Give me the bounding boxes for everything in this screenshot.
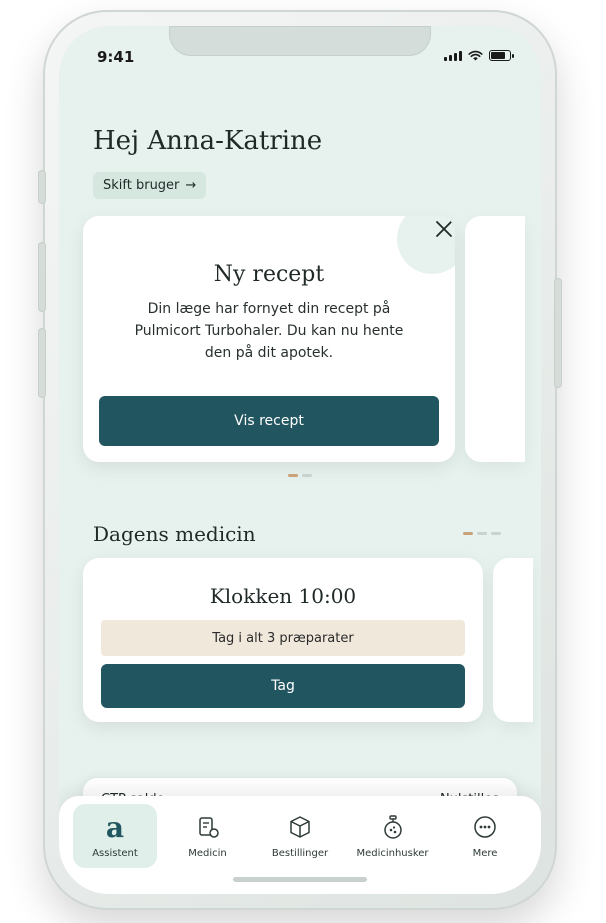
cellular-signal-icon xyxy=(444,51,462,61)
tab-bestillinger[interactable]: Bestillinger xyxy=(258,804,342,868)
prescription-icon xyxy=(193,812,223,842)
greeting-title: Hej Anna-Katrine xyxy=(93,126,323,156)
switch-user-button[interactable]: Skift bruger → xyxy=(93,172,207,199)
next-dose-card-peek[interactable] xyxy=(493,558,533,722)
section-dot-active xyxy=(463,532,473,535)
tab-label: Bestillinger xyxy=(271,848,329,859)
notice-body: Din læge har fornyet din recept på Pulmi… xyxy=(134,301,404,361)
tab-bar: a Assistent Medicin Bestillinger Medicin… xyxy=(59,796,541,894)
home-indicator[interactable] xyxy=(233,877,367,882)
close-icon xyxy=(436,221,452,237)
daily-medicine-dots xyxy=(463,532,501,535)
arrow-right-icon: → xyxy=(185,178,197,193)
tab-label: Medicinhusker xyxy=(356,848,429,859)
notch xyxy=(169,26,431,56)
switch-user-label: Skift bruger xyxy=(103,178,180,193)
status-icons xyxy=(444,50,514,61)
carousel-dot-active xyxy=(288,474,298,477)
notice-title: Ny recept xyxy=(213,262,325,287)
assistant-logo-icon: a xyxy=(105,810,125,844)
stage: 9:41 Hej Anna-Katrine Skift bruger → Ny … xyxy=(0,0,606,923)
dose-summary-badge: Tag i alt 3 præparater xyxy=(101,620,465,656)
volume-up-button xyxy=(38,242,46,312)
reminder-icon xyxy=(378,812,408,842)
battery-icon xyxy=(489,50,514,61)
box-icon xyxy=(285,812,315,842)
section-dot xyxy=(477,532,487,535)
tab-medicin[interactable]: Medicin xyxy=(166,804,250,868)
dose-time: Klokken 10:00 xyxy=(209,584,357,608)
wifi-icon xyxy=(468,50,483,61)
tab-assistent[interactable]: a Assistent xyxy=(73,804,157,868)
carousel-dot xyxy=(302,474,312,477)
daily-medicine-title: Dagens medicin xyxy=(93,522,256,546)
silent-switch xyxy=(38,170,46,204)
volume-down-button xyxy=(38,328,46,398)
tab-list: a Assistent Medicin Bestillinger Medicin… xyxy=(73,804,527,868)
status-time: 9:41 xyxy=(97,48,135,66)
notice-carousel-dots xyxy=(59,474,541,477)
status-bar: 9:41 xyxy=(59,26,541,82)
more-icon xyxy=(470,812,500,842)
tab-medicinhusker[interactable]: Medicinhusker xyxy=(351,804,435,868)
view-prescription-button[interactable]: Vis recept xyxy=(99,396,439,446)
new-prescription-card: Ny recept Din læge har fornyet din recep… xyxy=(83,216,455,462)
tab-label: Medicin xyxy=(188,848,227,859)
phone-frame: 9:41 Hej Anna-Katrine Skift bruger → Ny … xyxy=(38,10,562,910)
tab-mere[interactable]: Mere xyxy=(443,804,527,868)
section-dot xyxy=(491,532,501,535)
screen: 9:41 Hej Anna-Katrine Skift bruger → Ny … xyxy=(59,26,541,894)
tab-label: Assistent xyxy=(92,848,138,859)
next-card-peek[interactable] xyxy=(465,216,525,462)
daily-medicine-card: Klokken 10:00 Tag i alt 3 præparater Tag xyxy=(83,558,483,722)
tab-label: Mere xyxy=(472,848,498,859)
power-button xyxy=(554,278,562,388)
take-button[interactable]: Tag xyxy=(101,664,465,708)
